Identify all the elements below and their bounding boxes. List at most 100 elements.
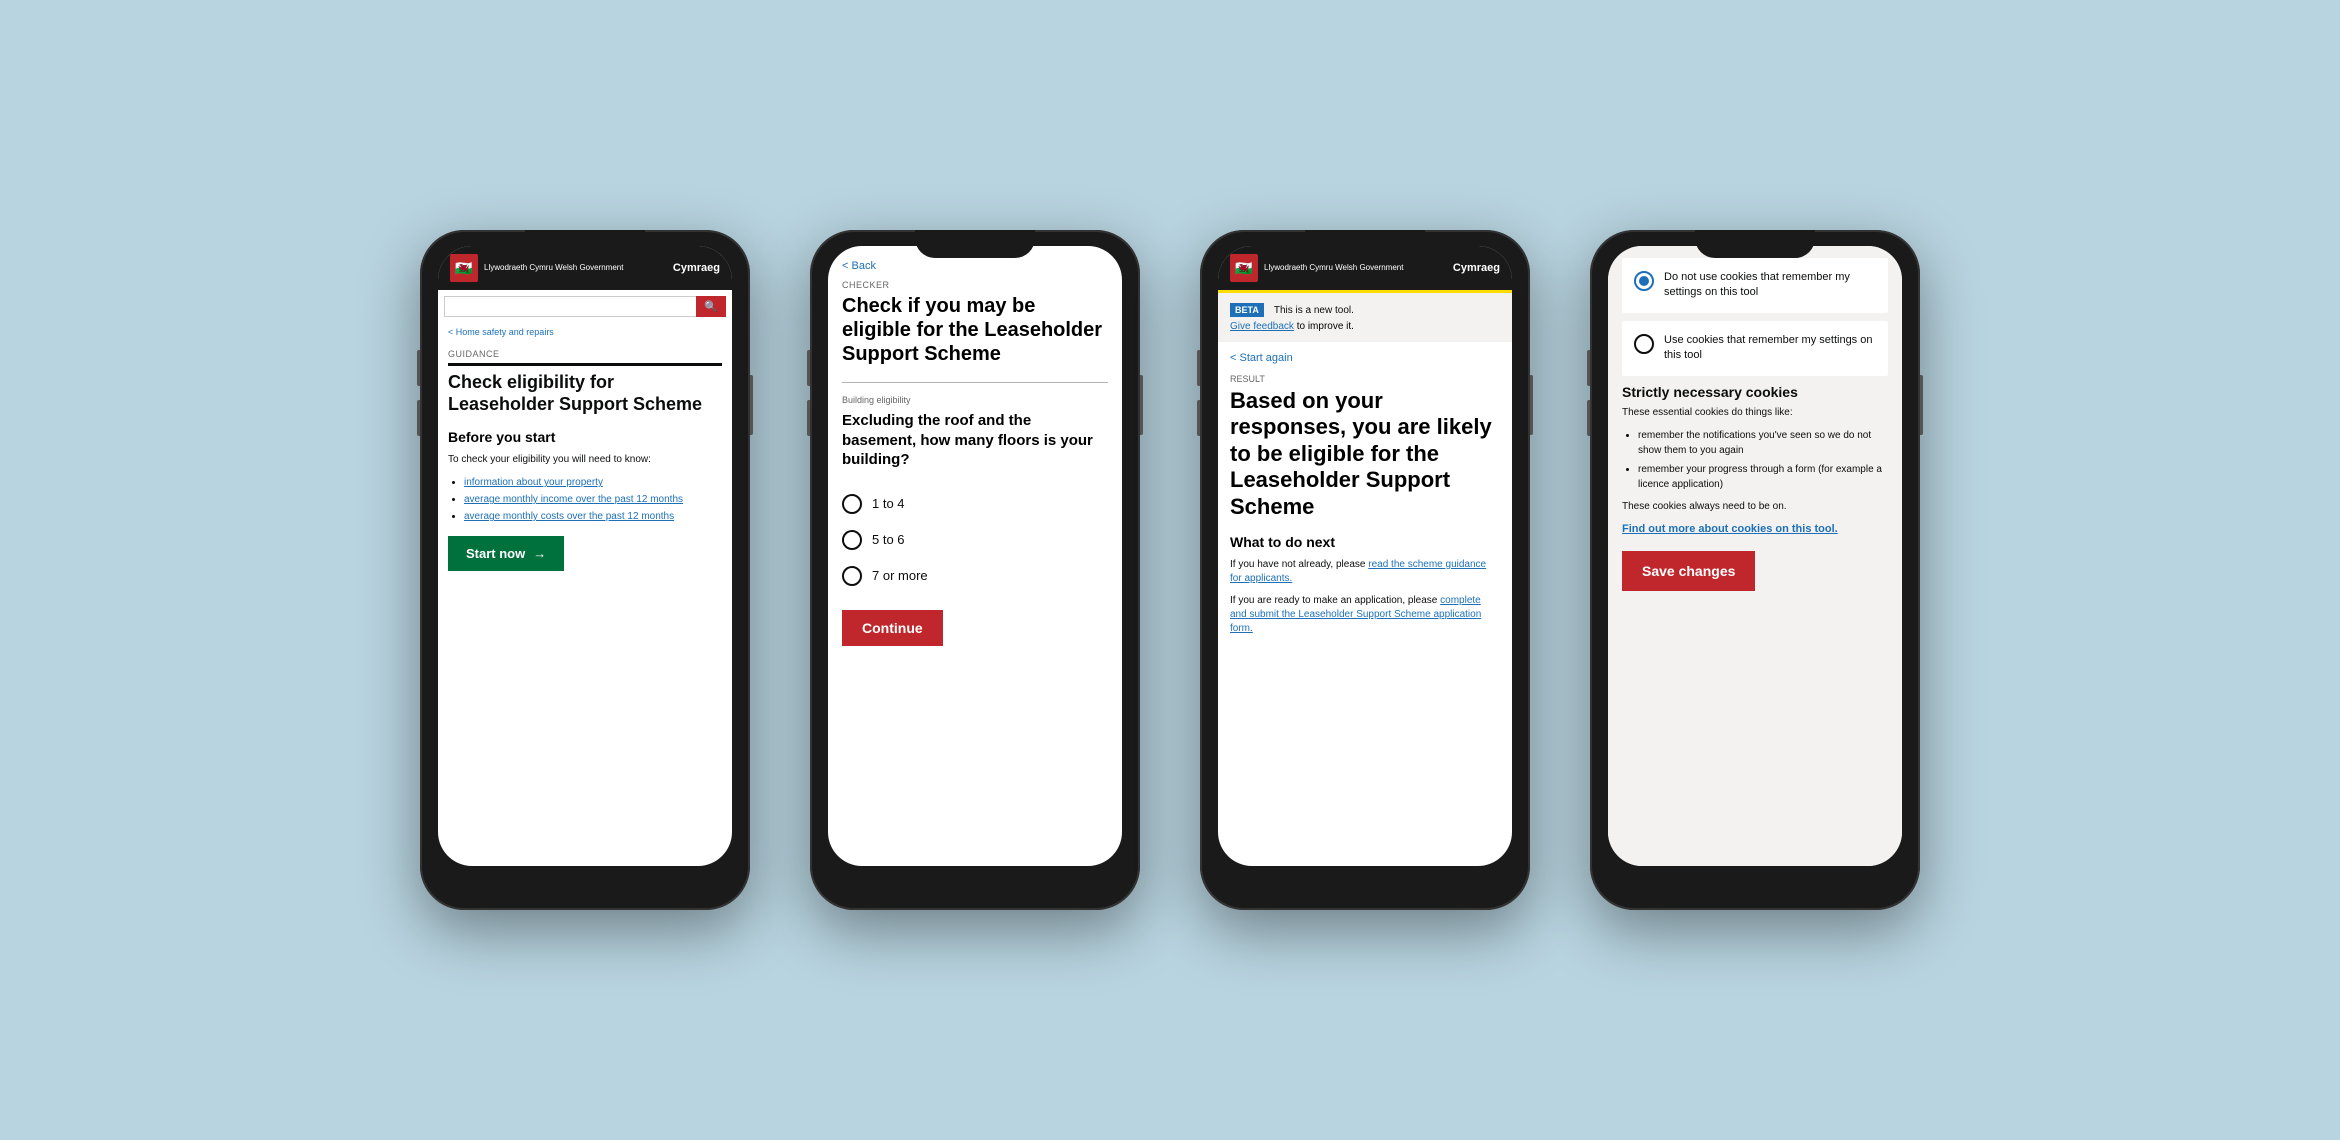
phone-side-btn xyxy=(1197,350,1200,386)
divider xyxy=(842,382,1108,383)
phone-4-device: Do not use cookies that remember my sett… xyxy=(1590,230,1920,910)
welsh-gov-logo: 🏴󠁧󠁢󠁷󠁬󠁳󠁿 Llywodraeth Cymru Welsh Governme… xyxy=(450,254,623,282)
intro-body: To check your eligibility you will need … xyxy=(448,453,722,467)
phone-side-btn-2 xyxy=(417,400,420,436)
result-title: Based on your responses, you are likely … xyxy=(1218,388,1512,520)
search-input[interactable] xyxy=(444,296,696,317)
gov-text-3: Llywodraeth Cymru Welsh Government xyxy=(1264,263,1403,273)
start-btn-label: Start now xyxy=(466,546,525,561)
beta-row: BETA This is a new tool. xyxy=(1230,303,1500,317)
list-link[interactable]: average monthly costs over the past 12 m… xyxy=(464,511,674,522)
cookie-radio-label-1: Do not use cookies that remember my sett… xyxy=(1664,270,1876,301)
guidance-label: GUIDANCE xyxy=(448,349,722,359)
before-start-heading: Before you start xyxy=(448,429,722,445)
cookie-radio-circle-2 xyxy=(1634,334,1654,354)
phone-1-header: 🏴󠁧󠁢󠁷󠁬󠁳󠁿 Llywodraeth Cymru Welsh Governme… xyxy=(438,246,732,290)
cookie-body-intro: These essential cookies do things like: xyxy=(1622,406,1888,420)
start-again-link[interactable]: Start again xyxy=(1218,342,1512,374)
back-link[interactable]: Back xyxy=(828,246,1122,280)
search-button[interactable]: 🔍 xyxy=(696,296,726,317)
cookie-radio-label-2: Use cookies that remember my settings on… xyxy=(1664,333,1876,364)
feedback-rest-text: to improve it. xyxy=(1297,321,1354,332)
question-text: Excluding the roof and the basement, how… xyxy=(828,411,1122,470)
beta-banner: BETA This is a new tool. Give feedback t… xyxy=(1218,290,1512,342)
cookie-content: Do not use cookies that remember my sett… xyxy=(1608,246,1902,866)
save-changes-button[interactable]: Save changes xyxy=(1622,551,1755,591)
cymraeg-button[interactable]: Cymraeg xyxy=(673,262,720,274)
radio-label-1: 1 to 4 xyxy=(872,496,905,511)
continue-button[interactable]: Continue xyxy=(842,610,943,646)
page-title: Check eligibility for Leaseholder Suppor… xyxy=(448,363,722,415)
cookie-radio-circle-1 xyxy=(1634,271,1654,291)
welsh-gov-logo-3: 🏴󠁧󠁢󠁷󠁬󠁳󠁿 Llywodraeth Cymru Welsh Governme… xyxy=(1230,254,1403,282)
phone-1-screen: 🏴󠁧󠁢󠁷󠁬󠁳󠁿 Llywodraeth Cymru Welsh Governme… xyxy=(438,246,732,866)
cookie-bullet-1: remember the notifications you've seen s… xyxy=(1638,428,1888,458)
feedback-row: Give feedback to improve it. xyxy=(1230,321,1500,332)
phone-1-content: GUIDANCE Check eligibility for Leasehold… xyxy=(438,341,732,866)
radio-option-2[interactable]: 5 to 6 xyxy=(828,522,1122,558)
phone-3-content: RESULT Based on your responses, you are … xyxy=(1218,374,1512,866)
phone-2-device: Back CHECKER Check if you may be eligibl… xyxy=(810,230,1140,910)
radio-circle-1 xyxy=(842,494,862,514)
strictly-cookies-heading: Strictly necessary cookies xyxy=(1622,384,1888,400)
body-text-1: If you have not already, please xyxy=(1230,559,1365,570)
beta-tag: BETA xyxy=(1230,303,1264,317)
phone-1: 🏴󠁧󠁢󠁷󠁬󠁳󠁿 Llywodraeth Cymru Welsh Governme… xyxy=(420,230,750,910)
list-item: information about your property xyxy=(464,475,722,490)
beta-text: This is a new tool. xyxy=(1274,305,1354,316)
phone-3-device: 🏴󠁧󠁢󠁷󠁬󠁳󠁿 Llywodraeth Cymru Welsh Governme… xyxy=(1200,230,1530,910)
phone-1-device: 🏴󠁧󠁢󠁷󠁬󠁳󠁿 Llywodraeth Cymru Welsh Governme… xyxy=(420,230,750,910)
phone-side-btn xyxy=(807,350,810,386)
phone-4-screen: Do not use cookies that remember my sett… xyxy=(1608,246,1902,866)
list-link[interactable]: information about your property xyxy=(464,477,603,488)
checker-title: Check if you may be eligible for the Lea… xyxy=(828,294,1122,366)
radio-option-3[interactable]: 7 or more xyxy=(828,558,1122,594)
phone-side-btn xyxy=(417,350,420,386)
phone-4: Do not use cookies that remember my sett… xyxy=(1590,230,1920,910)
find-out-more-link[interactable]: Find out more about cookies on this tool… xyxy=(1622,522,1888,537)
result-body-2: If you are ready to make an application,… xyxy=(1218,594,1512,636)
radio-option-1[interactable]: 1 to 4 xyxy=(828,486,1122,522)
breadcrumb-link[interactable]: Home safety and repairs xyxy=(438,323,732,341)
cymraeg-button-3[interactable]: Cymraeg xyxy=(1453,262,1500,274)
phone-right-btn xyxy=(1530,375,1533,435)
phone-side-btn-2 xyxy=(807,400,810,436)
start-now-button[interactable]: Start now → xyxy=(448,536,564,571)
phone-side-btn-2 xyxy=(1197,400,1200,436)
cookie-bullet-2: remember your progress through a form (f… xyxy=(1638,462,1888,492)
phone-3: 🏴󠁧󠁢󠁷󠁬󠁳󠁿 Llywodraeth Cymru Welsh Governme… xyxy=(1200,230,1530,910)
phone-side-btn-2 xyxy=(1587,400,1590,436)
phone-right-btn xyxy=(750,375,753,435)
radio-circle-2 xyxy=(842,530,862,550)
phone-2-screen: Back CHECKER Check if you may be eligibl… xyxy=(828,246,1122,866)
result-label: RESULT xyxy=(1218,374,1512,384)
list-item: average monthly income over the past 12 … xyxy=(464,492,722,507)
body-text-2: If you are ready to make an application,… xyxy=(1230,595,1437,606)
list-link[interactable]: average monthly income over the past 12 … xyxy=(464,494,683,505)
cookie-always-text: These cookies always need to be on. xyxy=(1622,500,1888,514)
cookie-bullets-list: remember the notifications you've seen s… xyxy=(1622,428,1888,492)
phone-1-inner: 🏴󠁧󠁢󠁷󠁬󠁳󠁿 Llywodraeth Cymru Welsh Governme… xyxy=(438,246,732,866)
what-next-heading: What to do next xyxy=(1218,534,1512,550)
phone-3-screen: 🏴󠁧󠁢󠁷󠁬󠁳󠁿 Llywodraeth Cymru Welsh Governme… xyxy=(1218,246,1512,866)
result-body-1: If you have not already, please read the… xyxy=(1218,558,1512,586)
phone-2: Back CHECKER Check if you may be eligibl… xyxy=(810,230,1140,910)
phone-3-header: 🏴󠁧󠁢󠁷󠁬󠁳󠁿 Llywodraeth Cymru Welsh Governme… xyxy=(1218,246,1512,290)
dragon-icon-3: 🏴󠁧󠁢󠁷󠁬󠁳󠁿 xyxy=(1230,254,1258,282)
list-item: average monthly costs over the past 12 m… xyxy=(464,509,722,524)
gov-text: Llywodraeth Cymru Welsh Government xyxy=(484,263,623,273)
start-btn-arrow: → xyxy=(533,546,546,561)
dragon-icon: 🏴󠁧󠁢󠁷󠁬󠁳󠁿 xyxy=(450,254,478,282)
checker-label: CHECKER xyxy=(828,280,1122,290)
section-label: Building eligibility xyxy=(828,395,1122,405)
radio-label-2: 5 to 6 xyxy=(872,532,905,547)
radio-label-3: 7 or more xyxy=(872,568,928,583)
phone-right-btn xyxy=(1920,375,1923,435)
phone-right-btn xyxy=(1140,375,1143,435)
radio-circle-3 xyxy=(842,566,862,586)
search-bar: 🔍 xyxy=(444,296,726,317)
cookie-radio-1[interactable]: Do not use cookies that remember my sett… xyxy=(1622,258,1888,313)
cookie-radio-2[interactable]: Use cookies that remember my settings on… xyxy=(1622,321,1888,376)
eligibility-list: information about your property average … xyxy=(448,475,722,524)
feedback-link[interactable]: Give feedback xyxy=(1230,321,1294,332)
